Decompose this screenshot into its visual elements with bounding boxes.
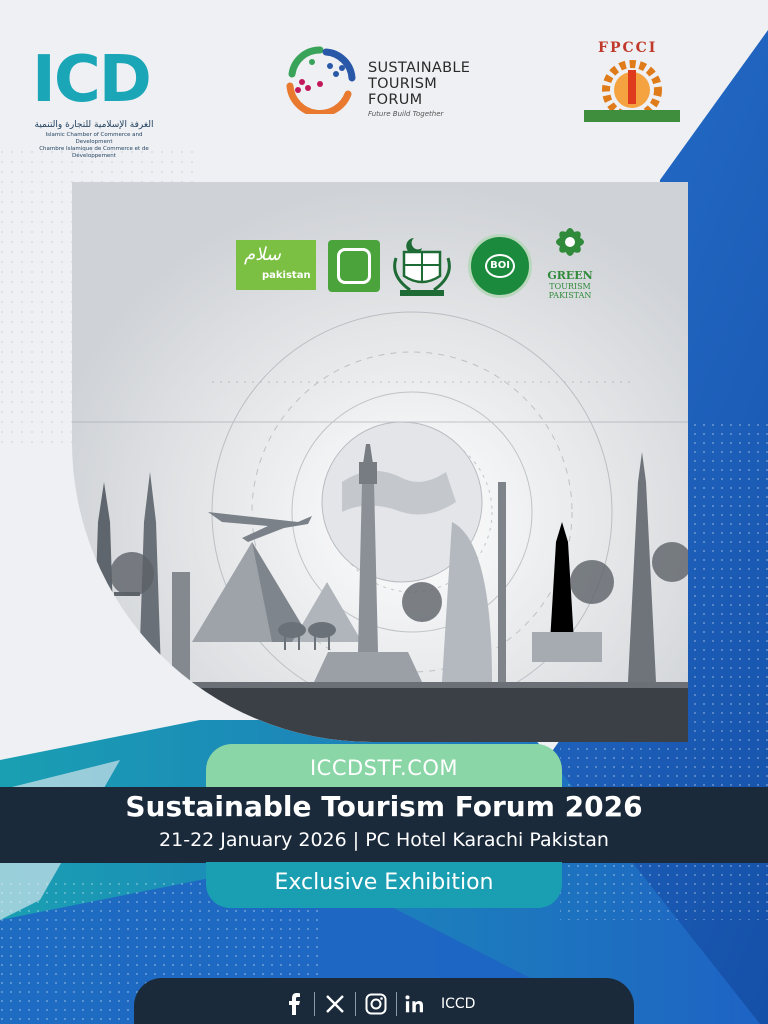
green-tourism-line2: TOURISM (549, 282, 591, 291)
event-title: Sustainable Tourism Forum 2026 (125, 790, 643, 823)
icd-logo-english: Islamic Chamber of Commerce and Developm… (28, 132, 160, 160)
stf-logo-line3: FORUM (368, 92, 423, 108)
website-url[interactable]: ICCDSTF.COM (206, 756, 562, 780)
fpcci-logo-name: FPCCI (598, 40, 658, 56)
icd-logo: ICD الغرفة الإسلامية للتجارة والتنمية Is… (28, 43, 160, 159)
social-divider (396, 992, 397, 1016)
stf-logo-line1: SUSTAINABLE (368, 60, 471, 76)
social-divider (314, 992, 315, 1016)
green-flower-icon (556, 228, 584, 256)
exhibition-label: Exclusive Exhibition (274, 870, 494, 895)
linkedin-icon[interactable] (405, 991, 429, 1017)
hero-card: ﺳﻼﻡ pakistan BOI GREEN TOURISM PAKISTAN (72, 182, 688, 742)
icd-logo-letters: ICD (32, 43, 152, 117)
facebook-icon[interactable] (282, 991, 306, 1017)
pakistan-coat-of-arms-logo (390, 234, 454, 300)
pdc-mark-icon (337, 248, 371, 284)
fpcci-logo: FPCCI (580, 40, 684, 124)
icd-logo-arabic: الغرفة الإسلامية للتجارة والتنمية (34, 120, 154, 130)
pdc-logo (328, 240, 380, 292)
pakistan-tourism-label: pakistan (262, 270, 311, 281)
icd-logo-english-name: Islamic Chamber of Commerce and Developm… (45, 132, 143, 145)
social-handle: ICCD (441, 996, 476, 1012)
x-icon[interactable] (323, 991, 347, 1017)
boi-logo: BOI (468, 234, 532, 298)
social-links: ICCD (282, 989, 475, 1019)
poster: ICD الغرفة الإسلامية للتجارة والتنمية Is… (0, 0, 768, 1024)
social-divider (355, 992, 356, 1016)
pakistan-tourism-logo: ﺳﻼﻡ pakistan (236, 240, 316, 290)
green-tourism-line1: GREEN (547, 269, 593, 282)
event-date-venue: 21-22 January 2026 | PC Hotel Karachi Pa… (159, 829, 609, 851)
pakistan-calligraphy-icon: ﺳﻼﻡ (244, 244, 281, 265)
stf-logo-tagline: Future Build Together (368, 110, 444, 118)
green-tourism-line3: PAKISTAN (548, 291, 592, 300)
stf-logo-line2: TOURISM (368, 76, 438, 92)
green-tourism-pakistan-logo: GREEN TOURISM PAKISTAN (542, 220, 598, 310)
instagram-icon[interactable] (364, 991, 388, 1017)
boi-label: BOI (485, 254, 515, 278)
icd-logo-french-name: Chambre Islamique de Commerce et de Déve… (39, 146, 149, 159)
coat-of-arms-icon (393, 238, 451, 296)
fpcci-gear-icon (584, 60, 680, 122)
stf-logo: SUSTAINABLE TOURISM FORUM Future Build T… (282, 44, 492, 124)
stf-emblem-icon (286, 46, 356, 114)
